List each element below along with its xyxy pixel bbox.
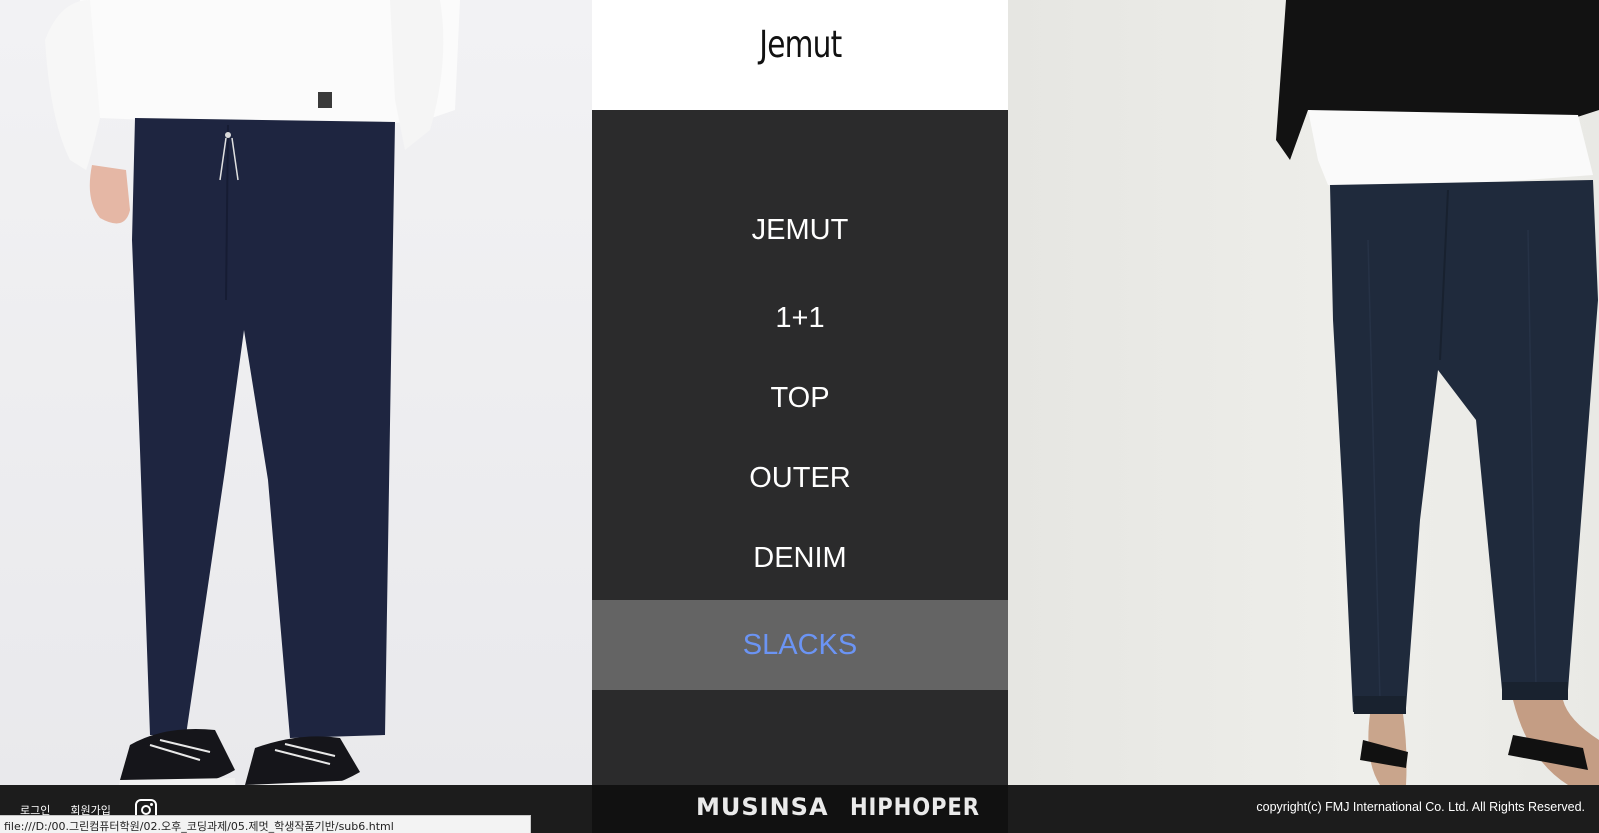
left-product-photo [0,0,592,785]
brand-musinsa-link[interactable]: MUSINSA [696,793,829,821]
right-model-illustration [1276,0,1599,785]
main-nav: JEMUT 1+1 TOP OUTER DENIM SLACKS [592,110,1008,785]
nav-item-jemut[interactable]: JEMUT [592,190,1008,270]
copyright-text: copyright(c) FMJ International Co. Ltd. … [1256,800,1585,814]
center-menu-panel: Jemut JEMUT 1+1 TOP OUTER DENIM SLACKS [592,0,1008,785]
browser-status-url: file:///D:/00.그린컴퓨터학원/02.오후_코딩과제/05.제멋_학… [0,815,531,833]
site-logo[interactable]: Jemut [759,23,842,66]
left-model-illustration [45,0,460,785]
page: Jemut JEMUT 1+1 TOP OUTER DENIM SLACKS 로… [0,0,1599,833]
nav-item-denim[interactable]: DENIM [592,518,1008,598]
right-product-photo [1008,0,1599,785]
logo-area: Jemut [592,0,1008,110]
nav-item-top[interactable]: TOP [592,358,1008,438]
nav-item-1plus1[interactable]: 1+1 [592,278,1008,358]
nav-item-slacks[interactable]: SLACKS [592,600,1008,690]
brand-hiphoper-link[interactable]: HIPHOPER [850,793,980,821]
nav-item-outer[interactable]: OUTER [592,438,1008,518]
